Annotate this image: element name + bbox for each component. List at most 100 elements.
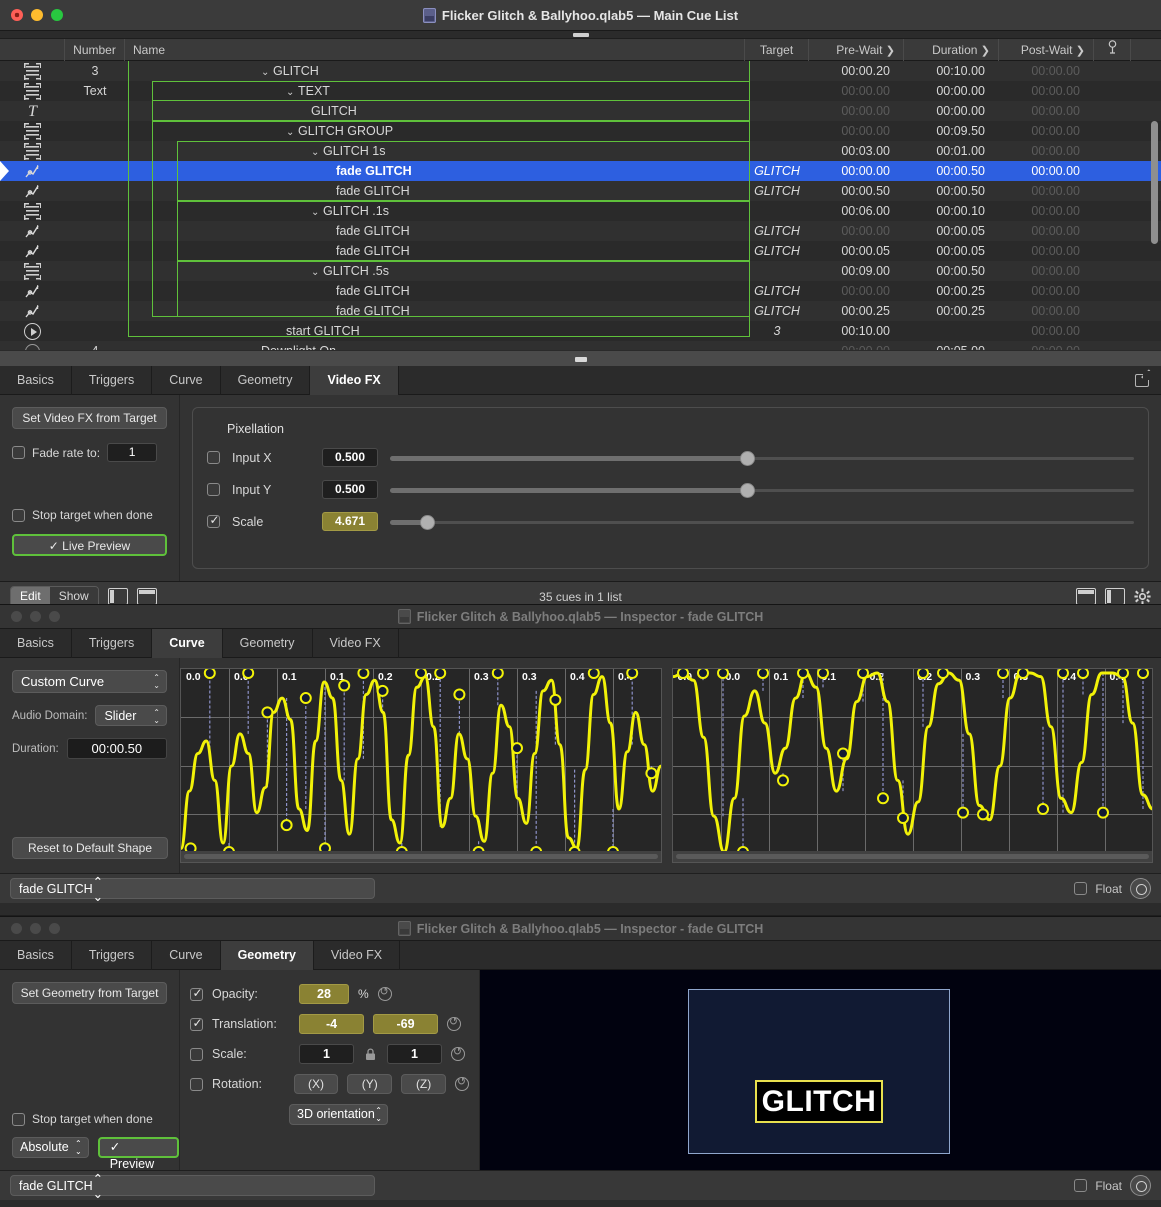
tab-curve[interactable]: Curve <box>152 629 222 658</box>
disclosure-triangle-icon[interactable]: ⌄ <box>311 263 323 281</box>
cue-pre-wait[interactable]: 00:00.00 <box>809 121 904 141</box>
cue-table-body[interactable]: 3⌄GLITCH00:00.2000:10.0000:00.00Text⌄TEX… <box>0 61 1161 350</box>
curve-control-point[interactable] <box>1098 808 1108 818</box>
cue-post-wait[interactable]: 00:00.00 <box>999 341 1094 350</box>
cue-flag[interactable] <box>1094 321 1131 341</box>
duration-input[interactable]: 00:00.50 <box>67 738 167 759</box>
curve-control-point[interactable] <box>205 669 215 678</box>
tab-curve[interactable]: Curve <box>152 941 220 970</box>
curve-cue-selector[interactable]: fade GLITCH ⌃⌄ <box>10 878 375 899</box>
cue-flag[interactable] <box>1094 241 1131 261</box>
cue-post-wait[interactable]: 00:00.00 <box>999 181 1094 201</box>
curve-control-point[interactable] <box>1058 669 1068 678</box>
curve-control-point[interactable] <box>243 669 253 678</box>
curve-control-point[interactable] <box>1118 669 1128 678</box>
cue-duration[interactable]: 00:00.10 <box>904 201 999 221</box>
cue-duration[interactable]: 00:00.50 <box>904 261 999 281</box>
cue-post-wait[interactable]: 00:00.00 <box>999 161 1094 181</box>
table-row[interactable]: ⌄GLITCH GROUP00:00.0000:09.5000:00.00 <box>0 121 1161 141</box>
curve-control-point[interactable] <box>1078 669 1088 678</box>
translation-x-input[interactable]: -4 <box>299 1014 364 1034</box>
table-row[interactable]: ⌄GLITCH .5s00:09.0000:00.5000:00.00 <box>0 261 1161 281</box>
split-panel-icon[interactable] <box>1105 588 1125 605</box>
set-video-fx-from-target-button[interactable]: Set Video FX from Target <box>12 407 167 429</box>
table-row[interactable]: fade GLITCHGLITCH00:00.0000:00.2500:00.0… <box>0 281 1161 301</box>
fx-param-slider[interactable] <box>390 451 1134 465</box>
curve-control-point[interactable] <box>435 669 445 678</box>
minimize-button[interactable] <box>30 611 41 622</box>
curve-control-point[interactable] <box>878 793 888 803</box>
tab-geometry[interactable]: Geometry <box>223 629 313 658</box>
fade-rate-input[interactable]: 1 <box>107 443 157 462</box>
window-controls[interactable] <box>11 9 63 21</box>
slider-knob[interactable] <box>740 483 755 498</box>
geometry-window-controls[interactable] <box>11 923 60 934</box>
tab-triggers[interactable]: Triggers <box>72 366 152 395</box>
curve-control-point[interactable] <box>512 743 522 753</box>
table-row[interactable]: 4Downlight On00:00.0000:05.0000:00.00 <box>0 341 1161 350</box>
tab-basics[interactable]: Basics <box>0 629 72 658</box>
curve-control-point[interactable] <box>998 669 1008 678</box>
cue-flag[interactable] <box>1094 161 1131 181</box>
table-row[interactable]: fade GLITCHGLITCH00:00.0000:00.5000:00.0… <box>0 161 1161 181</box>
cue-flag[interactable] <box>1094 101 1131 121</box>
cue-duration[interactable]: 00:05.00 <box>904 341 999 350</box>
curve-control-point[interactable] <box>454 689 464 699</box>
disclosure-triangle-icon[interactable]: ⌄ <box>261 63 273 81</box>
geometry-stop-target-row[interactable]: Stop target when done <box>12 1112 153 1126</box>
cue-flag[interactable] <box>1094 261 1131 281</box>
curve-control-point[interactable] <box>778 775 788 785</box>
curve-control-point[interactable] <box>550 695 560 705</box>
opacity-revert-icon[interactable] <box>378 987 392 1001</box>
table-row[interactable]: fade GLITCHGLITCH00:00.0000:00.0500:00.0… <box>0 221 1161 241</box>
table-row[interactable]: fade GLITCHGLITCH00:00.0500:00.0500:00.0… <box>0 241 1161 261</box>
header-duration[interactable]: Duration ❯ <box>904 39 999 61</box>
cue-flag[interactable] <box>1094 121 1131 141</box>
cue-flag[interactable] <box>1094 181 1131 201</box>
table-row[interactable]: fade GLITCHGLITCH00:00.2500:00.2500:00.0… <box>0 301 1161 321</box>
reset-to-default-shape-button[interactable]: Reset to Default Shape <box>12 837 168 859</box>
cue-duration[interactable]: 00:01.00 <box>904 141 999 161</box>
cue-pre-wait[interactable]: 00:00.50 <box>809 181 904 201</box>
table-row[interactable]: ⌄GLITCH 1s00:03.0000:01.0000:00.00 <box>0 141 1161 161</box>
fx-param-checkbox[interactable] <box>207 515 220 528</box>
opacity-checkbox[interactable] <box>190 988 203 1001</box>
cue-flag[interactable] <box>1094 81 1131 101</box>
cue-flag[interactable] <box>1094 281 1131 301</box>
scale-revert-icon[interactable] <box>451 1047 465 1061</box>
cue-post-wait[interactable]: 00:00.00 <box>999 121 1094 141</box>
header-name[interactable]: Name <box>125 39 745 61</box>
translation-y-input[interactable]: -69 <box>373 1014 438 1034</box>
curve-control-point[interactable] <box>818 669 828 678</box>
tab-video-fx[interactable]: Video FX <box>310 366 398 395</box>
fade-rate-checkbox[interactable] <box>12 446 25 459</box>
curve-control-point[interactable] <box>898 813 908 823</box>
left-curve-graph[interactable]: 0.00.00.10.10.20.20.30.30.40.4 <box>180 668 662 863</box>
cue-list-scrollbar[interactable] <box>1151 121 1158 244</box>
cue-post-wait[interactable]: 00:00.00 <box>999 201 1094 221</box>
scale-x-input[interactable]: 1 <box>299 1044 354 1064</box>
close-button[interactable] <box>11 611 22 622</box>
inspector-tabbar-curve[interactable]: BasicsTriggersCurveGeometryVideo FX <box>0 629 1161 658</box>
cue-post-wait[interactable]: 00:00.00 <box>999 101 1094 121</box>
set-geometry-from-target-button[interactable]: Set Geometry from Target <box>12 982 167 1004</box>
tab-triggers[interactable]: Triggers <box>72 941 152 970</box>
geometry-video-preview[interactable]: GLITCH <box>480 970 1161 1170</box>
curve-control-point[interactable] <box>858 669 868 678</box>
tab-geometry[interactable]: Geometry <box>221 366 311 395</box>
table-row[interactable]: Text⌄TEXT00:00.0000:00.0000:00.00 <box>0 81 1161 101</box>
cue-post-wait[interactable]: 00:00.00 <box>999 141 1094 161</box>
header-post-wait[interactable]: Post-Wait ❯ <box>999 39 1094 61</box>
cue-list-horizontal-split[interactable] <box>0 350 1161 366</box>
cue-duration[interactable]: 00:00.25 <box>904 301 999 321</box>
cue-post-wait[interactable]: 00:00.00 <box>999 261 1094 281</box>
inspector-tabbar-main[interactable]: BasicsTriggersCurveGeometryVideo FX <box>0 366 1161 395</box>
audio-domain-select[interactable]: Slider ⌃⌄ <box>95 705 167 726</box>
minimize-button[interactable] <box>31 9 43 21</box>
disclosure-triangle-icon[interactable]: ⌄ <box>311 143 323 161</box>
cue-post-wait[interactable]: 00:00.00 <box>999 221 1094 241</box>
table-row[interactable]: fade GLITCHGLITCH00:00.5000:00.5000:00.0… <box>0 181 1161 201</box>
cue-flag[interactable] <box>1094 301 1131 321</box>
cue-pre-wait[interactable]: 00:06.00 <box>809 201 904 221</box>
cue-pre-wait[interactable]: 00:00.25 <box>809 301 904 321</box>
